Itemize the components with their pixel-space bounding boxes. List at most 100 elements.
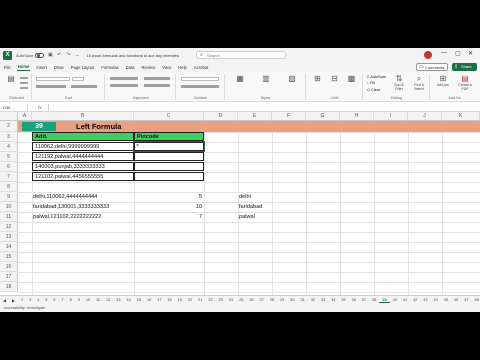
number-format-select[interactable] <box>181 77 219 81</box>
sheet-tab[interactable]: 20 <box>185 298 195 302</box>
number-cell[interactable]: 10 <box>134 204 202 210</box>
font-name-select[interactable] <box>36 77 70 81</box>
row-header[interactable]: 17 <box>0 272 18 282</box>
sheet-tab[interactable]: 40 <box>390 298 400 302</box>
tab-home[interactable]: Home <box>16 63 31 71</box>
sheet-tab[interactable]: 37 <box>359 298 369 302</box>
table-cell-pincode[interactable] <box>133 141 205 152</box>
avatar[interactable] <box>424 51 432 59</box>
sheet-tab[interactable]: 42 <box>410 298 420 302</box>
row-header[interactable]: 13 <box>0 232 18 242</box>
accessibility-status[interactable]: Accessibility: Investigate <box>4 306 45 310</box>
table-cell-address[interactable]: 110062,delhi,9999999999 <box>32 142 134 151</box>
sheet-tab[interactable]: 12 <box>103 298 113 302</box>
row-header[interactable]: 3 <box>0 132 18 142</box>
column-header[interactable]: F <box>272 112 306 121</box>
sheet-tab[interactable]: 4 <box>34 298 42 302</box>
sheet-tab[interactable]: 13 <box>113 298 123 302</box>
sheet-tab[interactable]: 26 <box>246 298 256 302</box>
tab-data[interactable]: Data <box>125 64 136 71</box>
sheet-tab[interactable]: 44 <box>431 298 441 302</box>
sheet-tab[interactable]: 31 <box>297 298 307 302</box>
table-cell-pincode[interactable] <box>134 152 204 161</box>
number-cell[interactable]: 5 <box>134 194 202 200</box>
tab-page-layout[interactable]: Page Layout <box>70 64 96 71</box>
sheet-tab[interactable]: 34 <box>328 298 338 302</box>
sheet-tab[interactable]: 30 <box>287 298 297 302</box>
table-header-address[interactable]: Add. <box>32 132 134 141</box>
sheet-tab[interactable]: 46 <box>451 298 461 302</box>
row-header[interactable]: 11 <box>0 212 18 222</box>
sheet-tab[interactable]: 8 <box>67 298 75 302</box>
column-header[interactable]: H <box>340 112 374 121</box>
sheet-tab[interactable]: 11 <box>93 298 103 302</box>
sheet-tab[interactable]: 18 <box>164 298 174 302</box>
result-cell[interactable]: delhi <box>239 194 251 200</box>
format-cells-button[interactable]: ▩ <box>344 74 359 83</box>
font-color-buttons[interactable] <box>71 85 97 88</box>
sheet-tab[interactable]: 45 <box>441 298 451 302</box>
customize-icon[interactable]: ⌄ <box>74 52 80 58</box>
row-header[interactable]: 12 <box>0 222 18 232</box>
row-header[interactable]: 10 <box>0 202 18 212</box>
addins-button[interactable]: ⊞ Add-ins <box>433 74 453 87</box>
sheet-tab[interactable]: 43 <box>420 298 430 302</box>
delete-cells-button[interactable]: ⊟ <box>327 74 342 83</box>
sheet-tab[interactable]: 15 <box>134 298 144 302</box>
sheet-tab[interactable]: 41 <box>400 298 410 302</box>
column-header[interactable]: B <box>32 112 134 121</box>
row-header[interactable]: 14 <box>0 242 18 252</box>
undo-icon[interactable]: ↶ <box>56 52 62 58</box>
sheet-tab[interactable]: 38 <box>369 298 379 302</box>
redo-icon[interactable]: ↷ <box>65 52 71 58</box>
tab-view[interactable]: View <box>161 64 172 71</box>
result-cell[interactable]: faridabad <box>239 204 262 210</box>
find-select-button[interactable]: ⌕ Find & Select <box>410 74 428 91</box>
fx-icon[interactable]: fx <box>38 105 42 110</box>
merge-center-button[interactable] <box>144 84 170 87</box>
sheet-tab[interactable]: 22 <box>205 298 215 302</box>
row-header[interactable]: 5 <box>0 152 18 162</box>
search-input[interactable]: ⌕ Search <box>196 51 286 59</box>
table-cell-pincode[interactable] <box>134 172 204 181</box>
sheet-tab[interactable]: 32 <box>308 298 318 302</box>
sheet-tab[interactable]: 2 <box>18 298 26 302</box>
sheet-tab[interactable]: 47 <box>461 298 471 302</box>
sheet-tab[interactable]: 19 <box>175 298 185 302</box>
cut-button[interactable] <box>20 77 28 79</box>
next-sheet-icon[interactable]: ▶ <box>9 298 18 303</box>
table-header-pincode[interactable]: Pincode <box>134 132 204 141</box>
sheet-tab[interactable]: 23 <box>216 298 226 302</box>
tab-file[interactable]: File <box>3 64 12 71</box>
sheet-tab[interactable]: 27 <box>257 298 267 302</box>
sheet-tab[interactable]: 14 <box>124 298 134 302</box>
row-header[interactable]: 7 <box>0 172 18 182</box>
sheet-tab[interactable]: 39 <box>379 297 390 303</box>
cell-styles-button[interactable]: ▧ <box>282 74 302 83</box>
tab-insert[interactable]: Insert <box>35 64 47 71</box>
worksheet-grid[interactable]: A B C D E F G H I J K 2 3 4 5 6 7 8 9 10 11 12 13 14 15 16 17 18 39 L… <box>0 112 480 308</box>
sheet-tab[interactable]: 36 <box>349 298 359 302</box>
data-cell[interactable]: delhi,110062,4444444444 <box>33 194 97 200</box>
name-box[interactable]: D35 <box>0 103 28 111</box>
sheet-tab[interactable]: 5 <box>42 298 50 302</box>
fill-button[interactable]: ↓ Fill <box>367 81 375 85</box>
save-icon[interactable]: ▣ <box>47 52 53 58</box>
result-cell[interactable]: palwal <box>239 214 255 220</box>
row-header[interactable]: 4 <box>0 142 18 152</box>
sheet-tab[interactable]: 21 <box>195 298 205 302</box>
tab-draw[interactable]: Draw <box>53 64 65 71</box>
sheet-tab[interactable]: 10 <box>83 298 93 302</box>
sheet-tab[interactable]: 48 <box>471 298 480 302</box>
font-size-select[interactable] <box>72 77 84 81</box>
sheet-tab[interactable]: 3 <box>26 298 34 302</box>
row-header[interactable]: 9 <box>0 192 18 202</box>
tab-help[interactable]: Help <box>177 64 188 71</box>
column-header[interactable]: K <box>442 112 480 121</box>
font-style-buttons[interactable] <box>36 85 66 88</box>
column-header[interactable]: D <box>204 112 238 121</box>
sheet-tab[interactable]: 35 <box>338 298 348 302</box>
column-header[interactable]: G <box>306 112 340 121</box>
align-horizontal-buttons[interactable] <box>110 84 138 87</box>
sheet-tab[interactable]: 33 <box>318 298 328 302</box>
